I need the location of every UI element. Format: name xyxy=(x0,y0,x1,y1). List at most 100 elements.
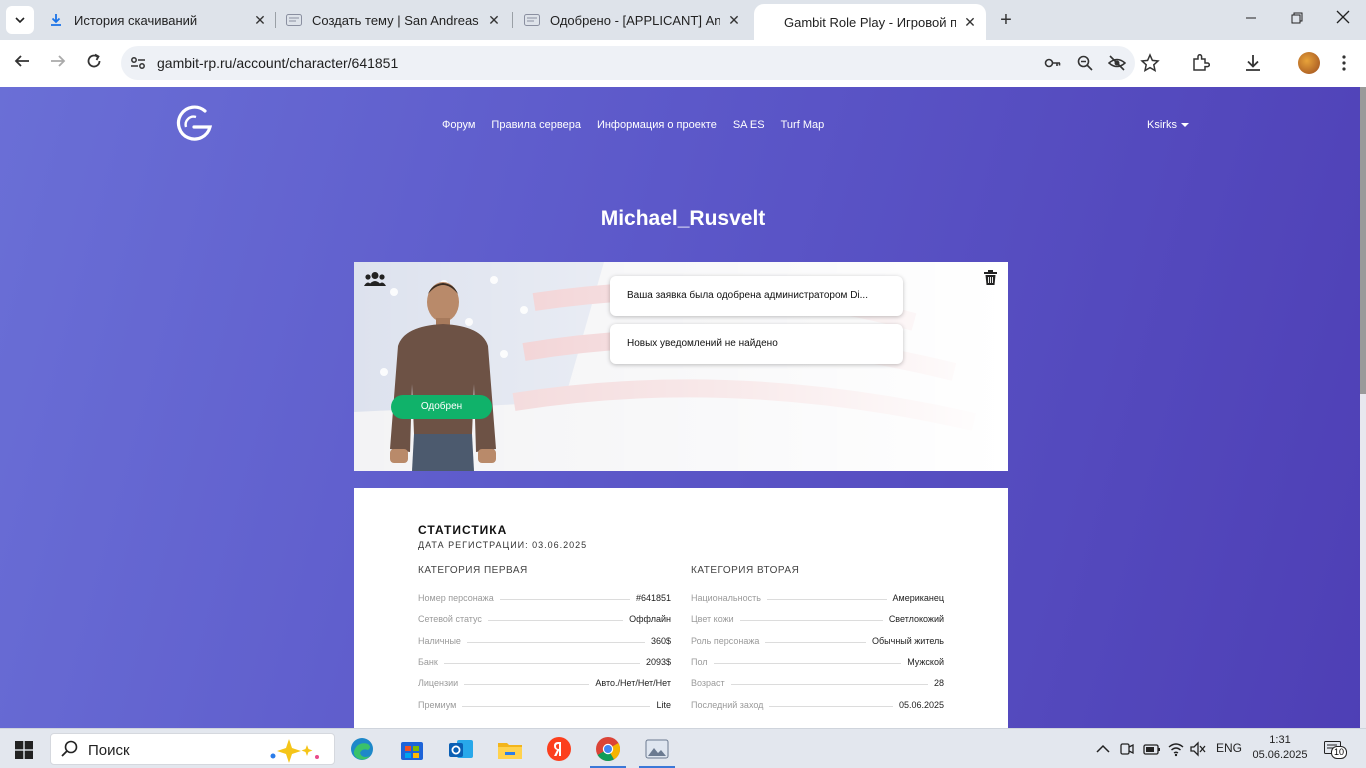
downloads-icon[interactable] xyxy=(1243,53,1263,73)
extensions-icon[interactable] xyxy=(1190,53,1210,73)
new-tab-button[interactable]: + xyxy=(996,10,1016,30)
nav-forum[interactable]: Форум xyxy=(442,119,475,131)
stat-row: Премиум Lite xyxy=(418,696,671,710)
file-explorer-icon[interactable] xyxy=(496,735,524,763)
close-icon[interactable]: ✕ xyxy=(486,12,502,28)
notification-item[interactable]: Ваша заявка была одобрена администраторо… xyxy=(610,276,903,316)
back-button[interactable] xyxy=(9,50,35,76)
stat-value: Мужской xyxy=(907,657,944,667)
wifi-icon[interactable] xyxy=(1168,741,1184,757)
bookmark-star-icon[interactable] xyxy=(1140,53,1160,73)
windows-start-icon[interactable] xyxy=(15,741,33,759)
page-scrollbar[interactable] xyxy=(1360,87,1366,728)
stat-row: Национальность Американец xyxy=(691,589,944,603)
close-window-button[interactable] xyxy=(1331,8,1355,32)
tab-gambit[interactable]: Gambit Role Play - Игровой пр ✕ xyxy=(754,4,986,40)
forward-button[interactable] xyxy=(45,50,71,76)
stat-key: Лицензии xyxy=(418,678,459,688)
nav-sa-es[interactable]: SA ES xyxy=(733,119,765,131)
user-menu[interactable]: Ksirks xyxy=(1147,119,1189,131)
zoom-icon[interactable] xyxy=(1076,54,1094,72)
tab-title: Gambit Role Play - Игровой пр xyxy=(784,14,956,30)
stat-row: Наличные 360$ xyxy=(418,632,671,646)
restore-button[interactable] xyxy=(1285,8,1309,32)
language-indicator[interactable]: ENG xyxy=(1216,741,1242,755)
restore-icon xyxy=(1291,12,1303,24)
photos-icon[interactable] xyxy=(643,735,671,763)
stat-key: Премиум xyxy=(418,700,457,710)
character-skin-image xyxy=(390,282,496,471)
status-badge: Одобрен xyxy=(391,395,492,419)
search-placeholder: Поиск xyxy=(88,742,130,759)
tab-downloads[interactable]: История скачиваний ✕ xyxy=(48,6,268,34)
arrow-right-icon xyxy=(51,55,66,67)
meet-now-icon[interactable] xyxy=(1120,741,1134,757)
chrome-icon[interactable] xyxy=(594,735,622,763)
reload-button[interactable] xyxy=(81,50,107,76)
close-icon[interactable]: ✕ xyxy=(726,12,742,28)
stats-title: СТАТИСТИКА xyxy=(418,523,508,537)
yandex-browser-icon[interactable] xyxy=(545,735,573,763)
page-viewport: Форум Правила сервера Информация о проек… xyxy=(0,87,1366,728)
stat-row: Последний заход 05.06.2025 xyxy=(691,696,944,710)
notification-count-badge: 10 xyxy=(1331,746,1348,759)
chevron-up-icon[interactable] xyxy=(1096,743,1110,755)
character-card: Одобрен Ваша заявка была одобрена админи… xyxy=(354,262,1008,471)
stat-row: Цвет кожи Светлокожий xyxy=(691,610,944,624)
address-bar[interactable]: gambit-rp.ru/account/character/641851 xyxy=(121,46,1135,80)
eye-off-icon[interactable] xyxy=(1108,54,1126,72)
notification-center-icon[interactable]: 10 xyxy=(1324,741,1348,759)
store-icon[interactable] xyxy=(398,735,426,763)
chevron-down-icon xyxy=(15,17,25,24)
site-info-icon[interactable] xyxy=(129,54,147,72)
trash-icon[interactable] xyxy=(984,270,997,285)
download-icon xyxy=(48,12,64,28)
tab-create-topic[interactable]: Создать тему | San Andreas Em ✕ xyxy=(286,6,502,34)
tab-approved[interactable]: Одобрено - [APPLICANT] Anto ✕ xyxy=(524,6,742,34)
stat-key: Номер персонажа xyxy=(418,593,494,603)
stat-row: Сетевой статус Оффлайн xyxy=(418,610,671,624)
stat-value: #641851 xyxy=(635,593,671,603)
nav-project-info[interactable]: Информация о проекте xyxy=(597,119,717,131)
search-icon xyxy=(61,740,78,757)
taskbar: Поиск ENG 1:31 05.06.2025 10 xyxy=(0,728,1366,768)
stat-value: 2093$ xyxy=(645,657,671,667)
stat-key: Банк xyxy=(418,657,438,667)
arrow-left-icon xyxy=(14,55,29,67)
profile-avatar[interactable] xyxy=(1298,52,1320,74)
category-first-title: КАТЕГОРИЯ ПЕРВАЯ xyxy=(418,565,528,576)
key-icon[interactable] xyxy=(1044,54,1062,72)
stat-key: Пол xyxy=(691,657,708,667)
site-nav: Форум Правила сервера Информация о проек… xyxy=(442,119,824,131)
stat-key: Цвет кожи xyxy=(691,614,734,624)
more-vert-icon[interactable] xyxy=(1334,53,1354,73)
stat-key: Наличные xyxy=(418,636,461,646)
volume-muted-icon[interactable] xyxy=(1190,741,1206,757)
tab-search-button[interactable] xyxy=(6,6,34,34)
category-second-title: КАТЕГОРИЯ ВТОРАЯ xyxy=(691,565,800,576)
gambit-logo[interactable] xyxy=(174,105,214,145)
clock[interactable]: 1:31 05.06.2025 xyxy=(1250,733,1310,763)
battery-icon[interactable] xyxy=(1143,741,1161,757)
page-title: Michael_Rusvelt xyxy=(600,207,766,230)
stat-value: 28 xyxy=(933,678,944,688)
nav-turf-map[interactable]: Turf Map xyxy=(781,119,825,131)
taskbar-search[interactable]: Поиск xyxy=(50,733,335,765)
scrollbar-thumb[interactable] xyxy=(1360,87,1366,394)
outlook-icon[interactable] xyxy=(447,735,475,763)
stat-row: Лицензии Авто./Нет/Нет/Нет xyxy=(418,674,671,688)
minimize-icon xyxy=(1246,17,1256,19)
nav-server-rules[interactable]: Правила сервера xyxy=(491,119,581,131)
tab-strip: История скачиваний ✕ Создать тему | San … xyxy=(0,0,1366,40)
stat-key: Роль персонажа xyxy=(691,636,760,646)
edge-icon[interactable] xyxy=(348,735,376,763)
stat-value: 360$ xyxy=(650,636,671,646)
clock-time: 1:31 xyxy=(1269,734,1291,746)
minimize-button[interactable] xyxy=(1239,8,1263,32)
close-icon[interactable]: ✕ xyxy=(252,12,268,28)
tab-title: Создать тему | San Andreas Em xyxy=(312,12,480,28)
tab-title: История скачиваний xyxy=(74,12,198,28)
username: Ksirks xyxy=(1147,119,1177,131)
stat-value: Светлокожий xyxy=(888,614,944,624)
close-icon[interactable]: ✕ xyxy=(962,14,978,30)
